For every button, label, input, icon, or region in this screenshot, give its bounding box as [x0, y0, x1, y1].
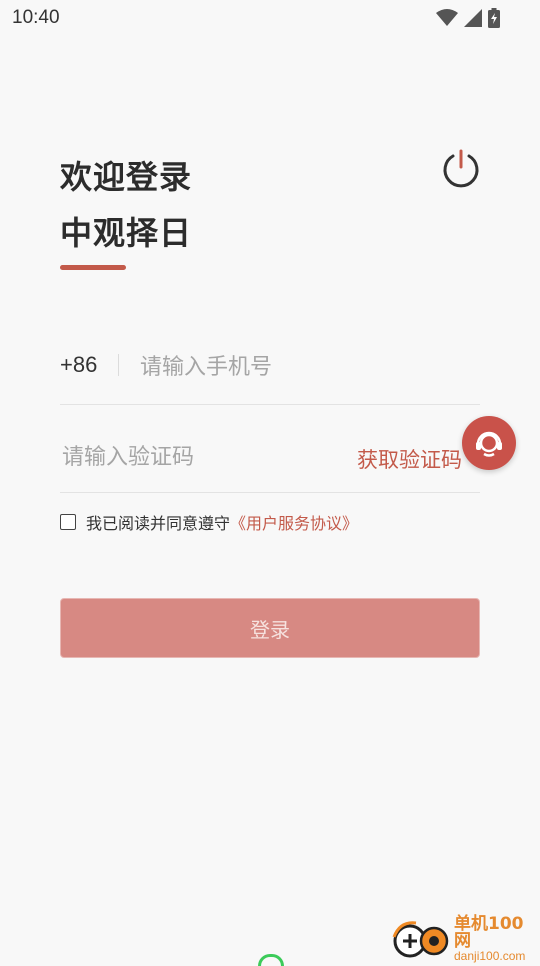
- welcome-title: 欢迎登录: [60, 158, 193, 196]
- signal-icon: [464, 9, 482, 27]
- bottom-indicator: [258, 954, 284, 966]
- agreement-text: 我已阅读并同意遵守: [86, 514, 231, 533]
- get-code-button[interactable]: 获取验证码: [357, 444, 462, 474]
- app-name-title: 中观择日: [60, 214, 193, 252]
- power-button[interactable]: [440, 148, 482, 190]
- code-row: 获取验证码: [60, 428, 480, 493]
- agreement-checkbox[interactable]: [60, 514, 76, 530]
- verification-code-input[interactable]: [60, 436, 324, 478]
- battery-icon: [488, 8, 500, 28]
- headset-icon: [476, 431, 502, 457]
- divider: [118, 354, 119, 376]
- phone-input[interactable]: [138, 346, 472, 388]
- watermark: 单机100网 danji100.com: [392, 916, 540, 962]
- login-button[interactable]: 登录: [60, 598, 480, 658]
- country-code[interactable]: +86: [60, 352, 97, 378]
- phone-row: +86: [60, 336, 480, 405]
- title-underline: [60, 265, 126, 270]
- wifi-icon: [436, 9, 458, 26]
- login-button-label: 登录: [250, 617, 290, 642]
- status-bar: 10:40: [0, 0, 540, 36]
- status-time: 10:40: [12, 7, 60, 28]
- agreement-row: 我已阅读并同意遵守 《用户服务协议》: [60, 510, 358, 534]
- customer-support-button[interactable]: [462, 416, 516, 470]
- status-icons: [436, 8, 500, 28]
- watermark-name: 单机100网: [454, 914, 524, 951]
- watermark-url: danji100.com: [454, 949, 526, 963]
- watermark-logo: [392, 919, 450, 959]
- power-icon: [443, 149, 479, 188]
- user-agreement-link[interactable]: 《用户服务协议》: [230, 510, 358, 534]
